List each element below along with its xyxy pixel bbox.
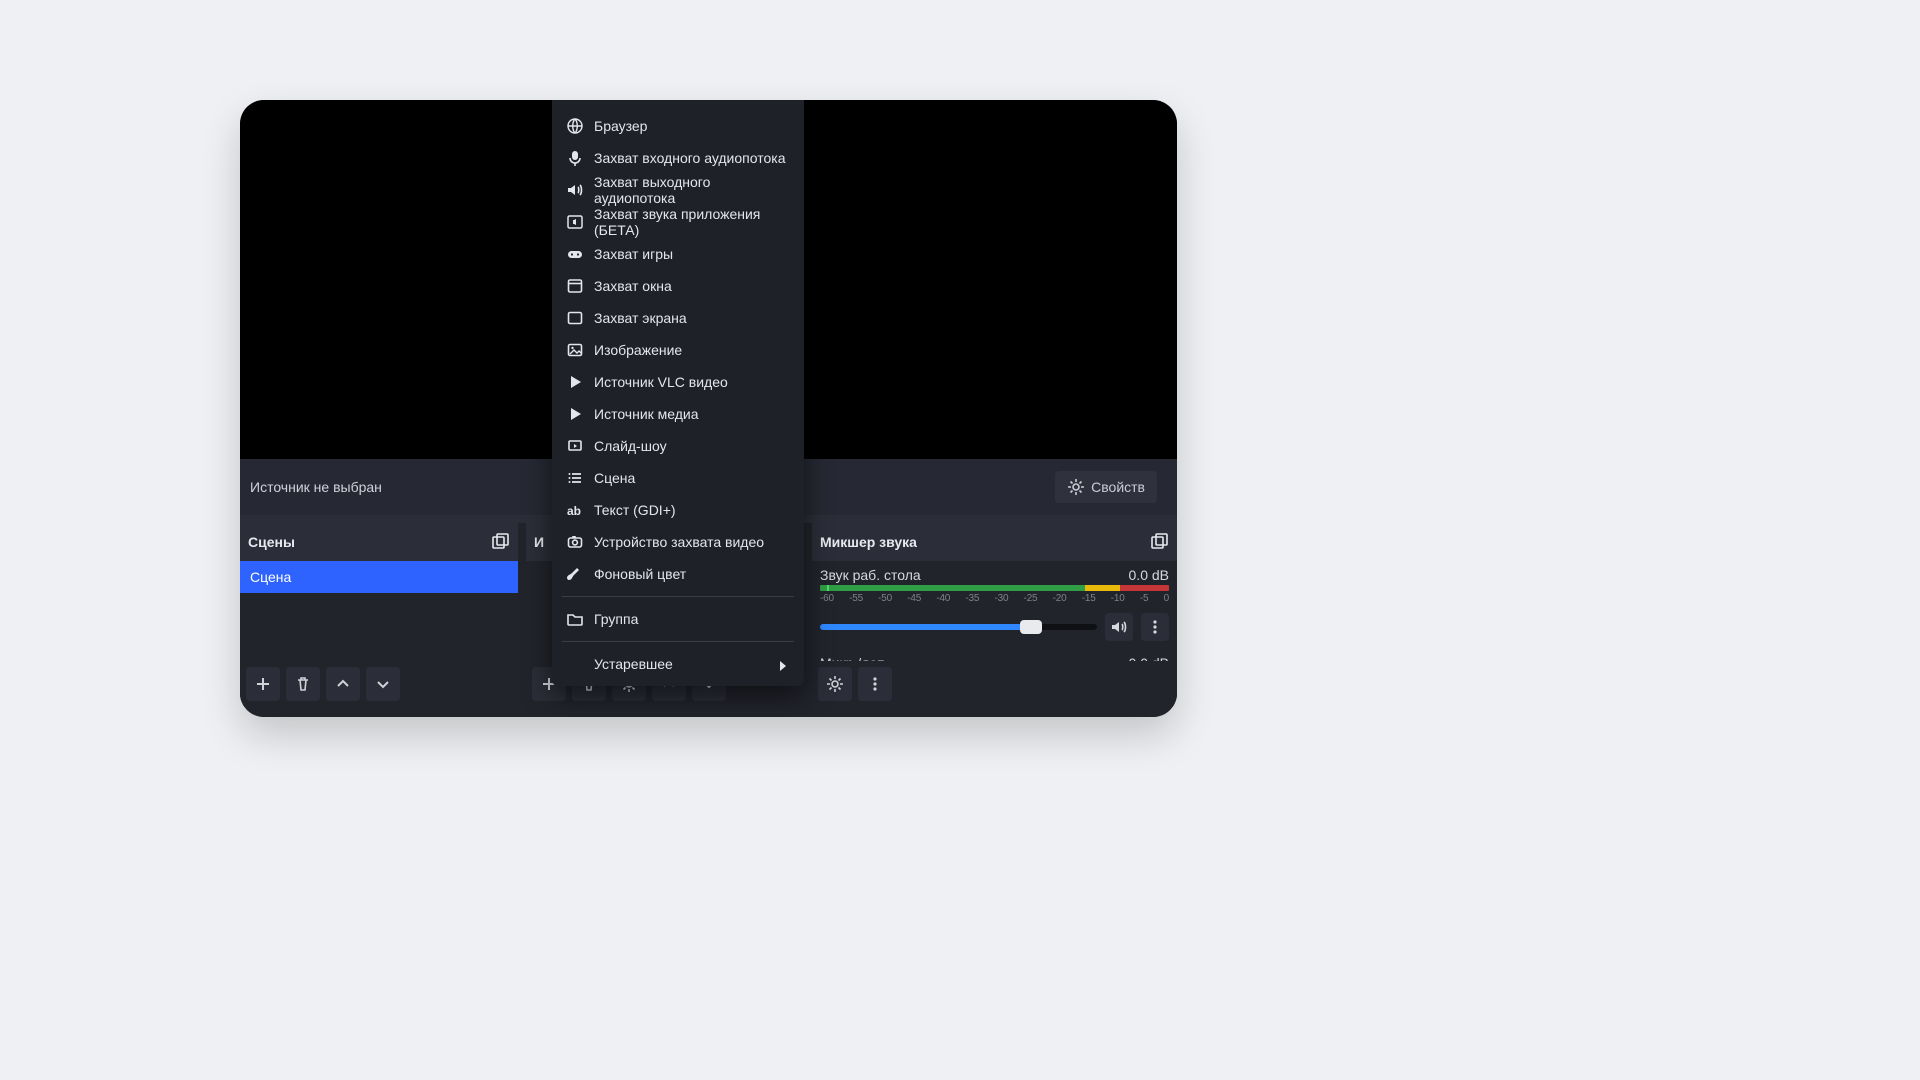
menu-item-label: Текст (GDI+)	[594, 502, 676, 518]
scene-add-button[interactable]	[246, 667, 280, 701]
popout-icon[interactable]	[1151, 533, 1169, 551]
menu-item-label: Источник VLC видео	[594, 374, 728, 390]
list-icon	[566, 469, 584, 487]
menu-item-label: Слайд-шоу	[594, 438, 667, 454]
app-audio-icon	[566, 213, 584, 231]
menu-item[interactable]: Устаревшее	[552, 648, 804, 680]
chevron-down-icon	[374, 675, 392, 693]
obs-window: Источник не выбран Свойств Сцены Сцена	[240, 100, 1177, 717]
trash-icon	[294, 675, 312, 693]
scene-remove-button[interactable]	[286, 667, 320, 701]
menu-item-label: Фоновый цвет	[594, 566, 686, 582]
menu-item-label: Захват звука приложения (БЕТА)	[594, 206, 790, 238]
sources-title: И	[534, 534, 544, 550]
menu-separator	[562, 641, 794, 642]
dots-icon	[866, 675, 884, 693]
play-icon	[566, 373, 584, 391]
mixer-panel: Микшер звука Звук раб. стола 0.0 dB -60-…	[812, 523, 1177, 707]
mixer-toolbar	[812, 661, 1177, 707]
menu-item-label: Устройство захвата видео	[594, 534, 764, 550]
menu-item[interactable]: Группа	[552, 603, 804, 635]
brush-icon	[566, 565, 584, 583]
scenes-header: Сцены	[240, 523, 518, 561]
menu-item[interactable]: Источник медиа	[552, 398, 804, 430]
menu-item[interactable]: Захват игры	[552, 238, 804, 270]
scenes-body: Сцена	[240, 561, 518, 661]
gamepad-icon	[566, 245, 584, 263]
volume-meter: -60-55-50-45-40-35-30-25-20-15-10-50	[820, 585, 1169, 607]
slideshow-icon	[566, 437, 584, 455]
properties-button[interactable]: Свойств	[1055, 471, 1157, 503]
popout-icon[interactable]	[492, 533, 510, 551]
no-source-label: Источник не выбран	[250, 479, 382, 495]
scenes-toolbar	[240, 661, 518, 707]
menu-item[interactable]: Захват входного аудиопотока	[552, 142, 804, 174]
menu-item[interactable]: Фоновый цвет	[552, 558, 804, 590]
add-source-menu[interactable]: Браузер Захват входного аудиопотока Захв…	[552, 100, 804, 686]
channel-menu-button[interactable]	[1141, 613, 1169, 641]
scenes-title: Сцены	[248, 534, 295, 550]
globe-icon	[566, 117, 584, 135]
volume-slider[interactable]	[820, 624, 1097, 630]
menu-item-label: Изображение	[594, 342, 682, 358]
menu-item[interactable]: Слайд-шоу	[552, 430, 804, 462]
mute-button[interactable]	[1105, 613, 1133, 641]
menu-item[interactable]: Устройство захвата видео	[552, 526, 804, 558]
properties-label: Свойств	[1091, 479, 1145, 495]
menu-item[interactable]: Сцена	[552, 462, 804, 494]
menu-separator	[562, 596, 794, 597]
channel-level: 0.0 dB	[1129, 567, 1169, 583]
menu-item-label: Сцена	[594, 470, 635, 486]
mixer-menu-button[interactable]	[858, 667, 892, 701]
menu-item[interactable]: Браузер	[552, 110, 804, 142]
mixer-header: Микшер звука	[812, 523, 1177, 561]
speaker-icon	[566, 181, 584, 199]
menu-item[interactable]: Захват звука приложения (БЕТА)	[552, 206, 804, 238]
menu-item-label: Захват окна	[594, 278, 672, 294]
mixer-body: Звук раб. стола 0.0 dB -60-55-50-45-40-3…	[812, 561, 1177, 661]
menu-item-label: Захват входного аудиопотока	[594, 150, 785, 166]
mixer-channel: Звук раб. стола 0.0 dB -60-55-50-45-40-3…	[820, 567, 1169, 641]
camera-icon	[566, 533, 584, 551]
channel-name: Звук раб. стола	[820, 567, 921, 583]
scene-move-down-button[interactable]	[366, 667, 400, 701]
submenu-arrow-icon	[772, 655, 790, 673]
gear-icon	[1067, 478, 1085, 496]
folder-icon	[566, 610, 584, 628]
menu-item[interactable]: Захват окна	[552, 270, 804, 302]
chevron-up-icon	[334, 675, 352, 693]
mic-icon	[566, 149, 584, 167]
menu-item-label: Группа	[594, 611, 638, 627]
scene-item[interactable]: Сцена	[240, 561, 518, 593]
menu-item[interactable]: Захват выходного аудиопотока	[552, 174, 804, 206]
blank-icon	[566, 655, 584, 673]
menu-item-label: Захват игры	[594, 246, 673, 262]
menu-item-label: Источник медиа	[594, 406, 699, 422]
scenes-panel: Сцены Сцена	[240, 523, 518, 707]
mixer-title: Микшер звука	[820, 534, 917, 550]
menu-item[interactable]: Захват экрана	[552, 302, 804, 334]
menu-item[interactable]: Изображение	[552, 334, 804, 366]
scene-move-up-button[interactable]	[326, 667, 360, 701]
menu-item-label: Захват выходного аудиопотока	[594, 174, 790, 206]
plus-icon	[254, 675, 272, 693]
gear-icon	[826, 675, 844, 693]
menu-item-label: Устаревшее	[594, 656, 673, 672]
meter-ticks: -60-55-50-45-40-35-30-25-20-15-10-50	[820, 593, 1169, 604]
play-icon	[566, 405, 584, 423]
display-icon	[566, 309, 584, 327]
menu-item-label: Захват экрана	[594, 310, 687, 326]
menu-item[interactable]: Текст (GDI+)	[552, 494, 804, 526]
menu-item[interactable]: Источник VLC видео	[552, 366, 804, 398]
text-icon	[566, 501, 584, 519]
window-icon	[566, 277, 584, 295]
menu-item-label: Браузер	[594, 118, 647, 134]
image-icon	[566, 341, 584, 359]
mixer-settings-button[interactable]	[818, 667, 852, 701]
